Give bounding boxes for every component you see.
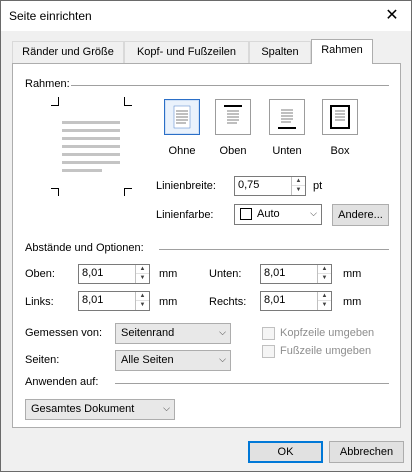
spin-up-icon[interactable]: ▲ xyxy=(136,292,149,301)
line-color-value: Auto xyxy=(257,208,280,220)
header-checkbox[interactable] xyxy=(262,327,275,340)
tab-raender-und-groesse[interactable]: Ränder und Größe xyxy=(12,41,124,63)
preset-oben-label: Oben xyxy=(219,145,247,157)
pages-value: Alle Seiten xyxy=(121,354,174,366)
top-spinner[interactable]: 8,01 ▲ ▼ xyxy=(78,264,150,284)
page-setup-dialog: Seite einrichten ✕ Ränder und Größe Kopf… xyxy=(0,0,412,472)
right-label: Rechts: xyxy=(209,296,247,308)
section-divider xyxy=(159,249,389,250)
tab-rahmen[interactable]: Rahmen xyxy=(311,39,373,64)
line-width-label: Linienbreite: xyxy=(156,180,216,192)
right-unit: mm xyxy=(343,296,362,308)
preset-box-label: Box xyxy=(330,145,350,157)
bottom-spinner[interactable]: 8,01 ▲ ▼ xyxy=(260,264,332,284)
spin-up-icon[interactable]: ▲ xyxy=(318,292,331,301)
measured-from-select[interactable]: Seitenrand ⌵ xyxy=(115,323,231,344)
preset-ohne-label: Ohne xyxy=(168,145,196,157)
bottom-label: Unten: xyxy=(209,268,242,280)
spin-down-icon[interactable]: ▼ xyxy=(318,274,331,283)
section-label-apply: Anwenden auf: xyxy=(25,376,99,388)
footer-checkbox-label: Fußzeile umgeben xyxy=(280,345,372,357)
cancel-button[interactable]: Abbrechen xyxy=(329,441,404,463)
apply-to-select[interactable]: Gesamtes Dokument ⌵ xyxy=(25,399,175,420)
bottom-value[interactable]: 8,01 xyxy=(264,267,285,279)
chevron-down-icon: ⌵ xyxy=(219,354,226,364)
spin-down-icon[interactable]: ▼ xyxy=(318,301,331,310)
spin-down-icon[interactable]: ▼ xyxy=(136,274,149,283)
border-box-icon xyxy=(330,105,350,129)
ok-button[interactable]: OK xyxy=(248,441,323,463)
left-spinner[interactable]: 8,01 ▲ ▼ xyxy=(78,291,150,311)
chevron-down-icon: ⌵ xyxy=(219,327,226,337)
chevron-down-icon: ⌵ xyxy=(310,208,317,218)
section-label-rahmen: Rahmen: xyxy=(25,78,70,90)
preset-ohne[interactable] xyxy=(164,99,200,135)
border-top-icon xyxy=(224,105,242,124)
spin-up-icon[interactable]: ▲ xyxy=(318,265,331,274)
top-value[interactable]: 8,01 xyxy=(82,267,103,279)
chevron-down-icon: ⌵ xyxy=(163,403,170,413)
preset-unten-label: Unten xyxy=(272,145,302,157)
right-value[interactable]: 8,01 xyxy=(264,294,285,306)
pages-label: Seiten: xyxy=(25,354,60,366)
tab-spalten[interactable]: Spalten xyxy=(249,41,311,63)
border-none-icon xyxy=(173,105,191,129)
preset-box[interactable] xyxy=(322,99,358,135)
header-checkbox-label: Kopfzeile umgeben xyxy=(280,327,375,339)
color-swatch-icon xyxy=(240,208,252,220)
left-value[interactable]: 8,01 xyxy=(82,294,103,306)
close-icon[interactable]: ✕ xyxy=(381,5,403,27)
bottom-unit: mm xyxy=(343,268,362,280)
preset-oben[interactable] xyxy=(215,99,251,135)
right-spinner[interactable]: 8,01 ▲ ▼ xyxy=(260,291,332,311)
border-bottom-icon xyxy=(278,109,296,129)
line-color-label: Linienfarbe: xyxy=(156,209,214,221)
left-unit: mm xyxy=(159,296,178,308)
top-unit: mm xyxy=(159,268,178,280)
line-width-value[interactable]: 0,75 xyxy=(238,179,259,191)
spin-down-icon[interactable]: ▼ xyxy=(136,301,149,310)
more-colors-button[interactable]: Andere... xyxy=(332,204,389,226)
spin-up-icon[interactable]: ▲ xyxy=(136,265,149,274)
line-width-unit: pt xyxy=(313,180,323,192)
line-width-spinner[interactable]: 0,75 ▲ ▼ xyxy=(234,176,306,196)
line-color-select[interactable]: Auto ⌵ xyxy=(234,204,322,225)
preset-unten[interactable] xyxy=(269,99,305,135)
section-divider xyxy=(115,383,389,384)
tab-kopf-und-fusszeilen[interactable]: Kopf- und Fußzeilen xyxy=(124,41,249,63)
measured-from-value: Seitenrand xyxy=(121,327,175,339)
spin-down-icon[interactable]: ▼ xyxy=(292,186,305,195)
footer-checkbox[interactable] xyxy=(262,345,275,358)
spin-up-icon[interactable]: ▲ xyxy=(292,177,305,186)
left-label: Links: xyxy=(25,296,54,308)
apply-to-value: Gesamtes Dokument xyxy=(31,403,135,415)
title-bar: Seite einrichten ✕ xyxy=(1,1,411,31)
dialog-title: Seite einrichten xyxy=(9,9,92,23)
section-divider xyxy=(71,85,389,86)
top-label: Oben: xyxy=(25,268,55,280)
pages-select[interactable]: Alle Seiten ⌵ xyxy=(115,350,231,371)
measured-from-label: Gemessen von: xyxy=(25,327,103,339)
section-label-spacing: Abstände und Optionen: xyxy=(25,242,144,254)
